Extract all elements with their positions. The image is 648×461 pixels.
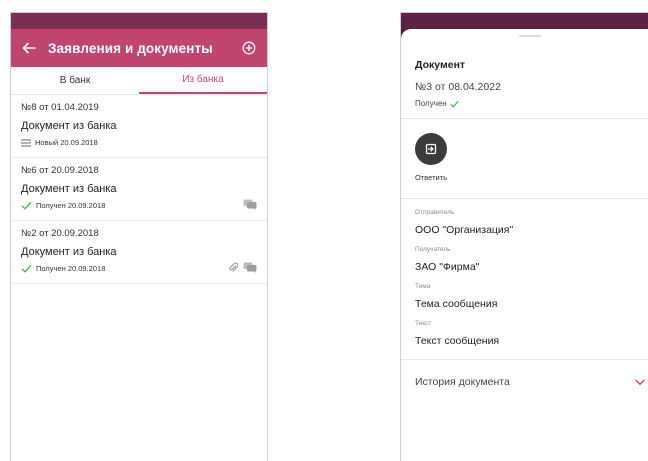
document-status: Получен — [415, 99, 645, 108]
drag-handle[interactable] — [519, 35, 541, 37]
chat-bubble-icon — [243, 199, 257, 210]
reply-icon — [425, 143, 437, 155]
subject-label: Тема — [415, 283, 431, 290]
list-item[interactable]: №2 от 20.09.2018 Документ из банка Получ… — [11, 221, 267, 284]
document-number: №2 от 20.09.2018 — [21, 228, 99, 239]
document-status: Получен 20.09.2018 — [21, 264, 257, 273]
document-title: Документ из банка — [21, 120, 117, 132]
document-heading: Документ — [415, 59, 466, 71]
text-value: Текст сообщения — [415, 335, 500, 347]
reply-button[interactable] — [415, 133, 447, 165]
chevron-down-icon — [635, 379, 645, 385]
sender-label: Отправитель — [415, 209, 455, 216]
menu-lines-icon — [21, 138, 31, 147]
subject-value: Тема сообщения — [415, 298, 498, 310]
status-bar — [11, 13, 267, 29]
status-bar — [401, 13, 648, 29]
history-label: История документа — [415, 376, 510, 388]
recipient-value: ЗАО "Фирма" — [415, 261, 480, 273]
document-number: №6 от 20.09.2018 — [21, 165, 99, 176]
document-detail-screen: Документ №3 от 08.04.2022 Получен Ответи… — [400, 12, 648, 461]
list-item[interactable]: №6 от 20.09.2018 Документ из банка Получ… — [11, 158, 267, 221]
document-status: Получен 20.09.2018 — [21, 201, 257, 210]
tab-from-bank[interactable]: Из банка — [139, 67, 267, 94]
tab-to-bank[interactable]: В банк — [11, 67, 139, 94]
recipient-label: Получатель — [415, 246, 451, 253]
reply-label: Ответить — [415, 173, 448, 182]
status-text: Получен — [415, 99, 447, 108]
check-icon — [21, 201, 32, 210]
back-arrow-icon[interactable] — [20, 39, 38, 57]
document-title: Документ из банка — [21, 246, 117, 258]
tabs: В банк Из банка — [11, 67, 267, 95]
document-status: Новый 20.09.2018 — [21, 138, 257, 147]
chat-bubble-icon — [243, 262, 257, 273]
bottom-sheet: Документ №3 от 08.04.2022 Получен Ответи… — [401, 29, 648, 461]
add-circle-icon[interactable] — [240, 39, 258, 57]
document-history-toggle[interactable]: История документа — [401, 360, 648, 404]
document-number: №3 от 08.04.2022 — [415, 81, 501, 93]
status-text: Получен 20.09.2018 — [36, 264, 106, 273]
document-title: Документ из банка — [21, 183, 117, 195]
documents-list-screen: Заявления и документы В банк Из банка №8… — [10, 12, 268, 461]
check-icon — [21, 264, 32, 273]
attachment-icon — [229, 262, 238, 272]
divider — [401, 198, 648, 199]
app-bar: Заявления и документы — [11, 29, 267, 67]
list-item[interactable]: №8 от 01.04.2019 Документ из банка Новый… — [11, 95, 267, 158]
sender-value: ООО "Организация" — [415, 224, 514, 236]
document-number: №8 от 01.04.2019 — [21, 102, 99, 113]
status-text: Новый 20.09.2018 — [35, 138, 98, 147]
text-label: Текст — [415, 320, 432, 327]
page-title: Заявления и документы — [48, 40, 213, 56]
status-text: Получен 20.09.2018 — [36, 201, 106, 210]
check-icon — [450, 100, 459, 108]
